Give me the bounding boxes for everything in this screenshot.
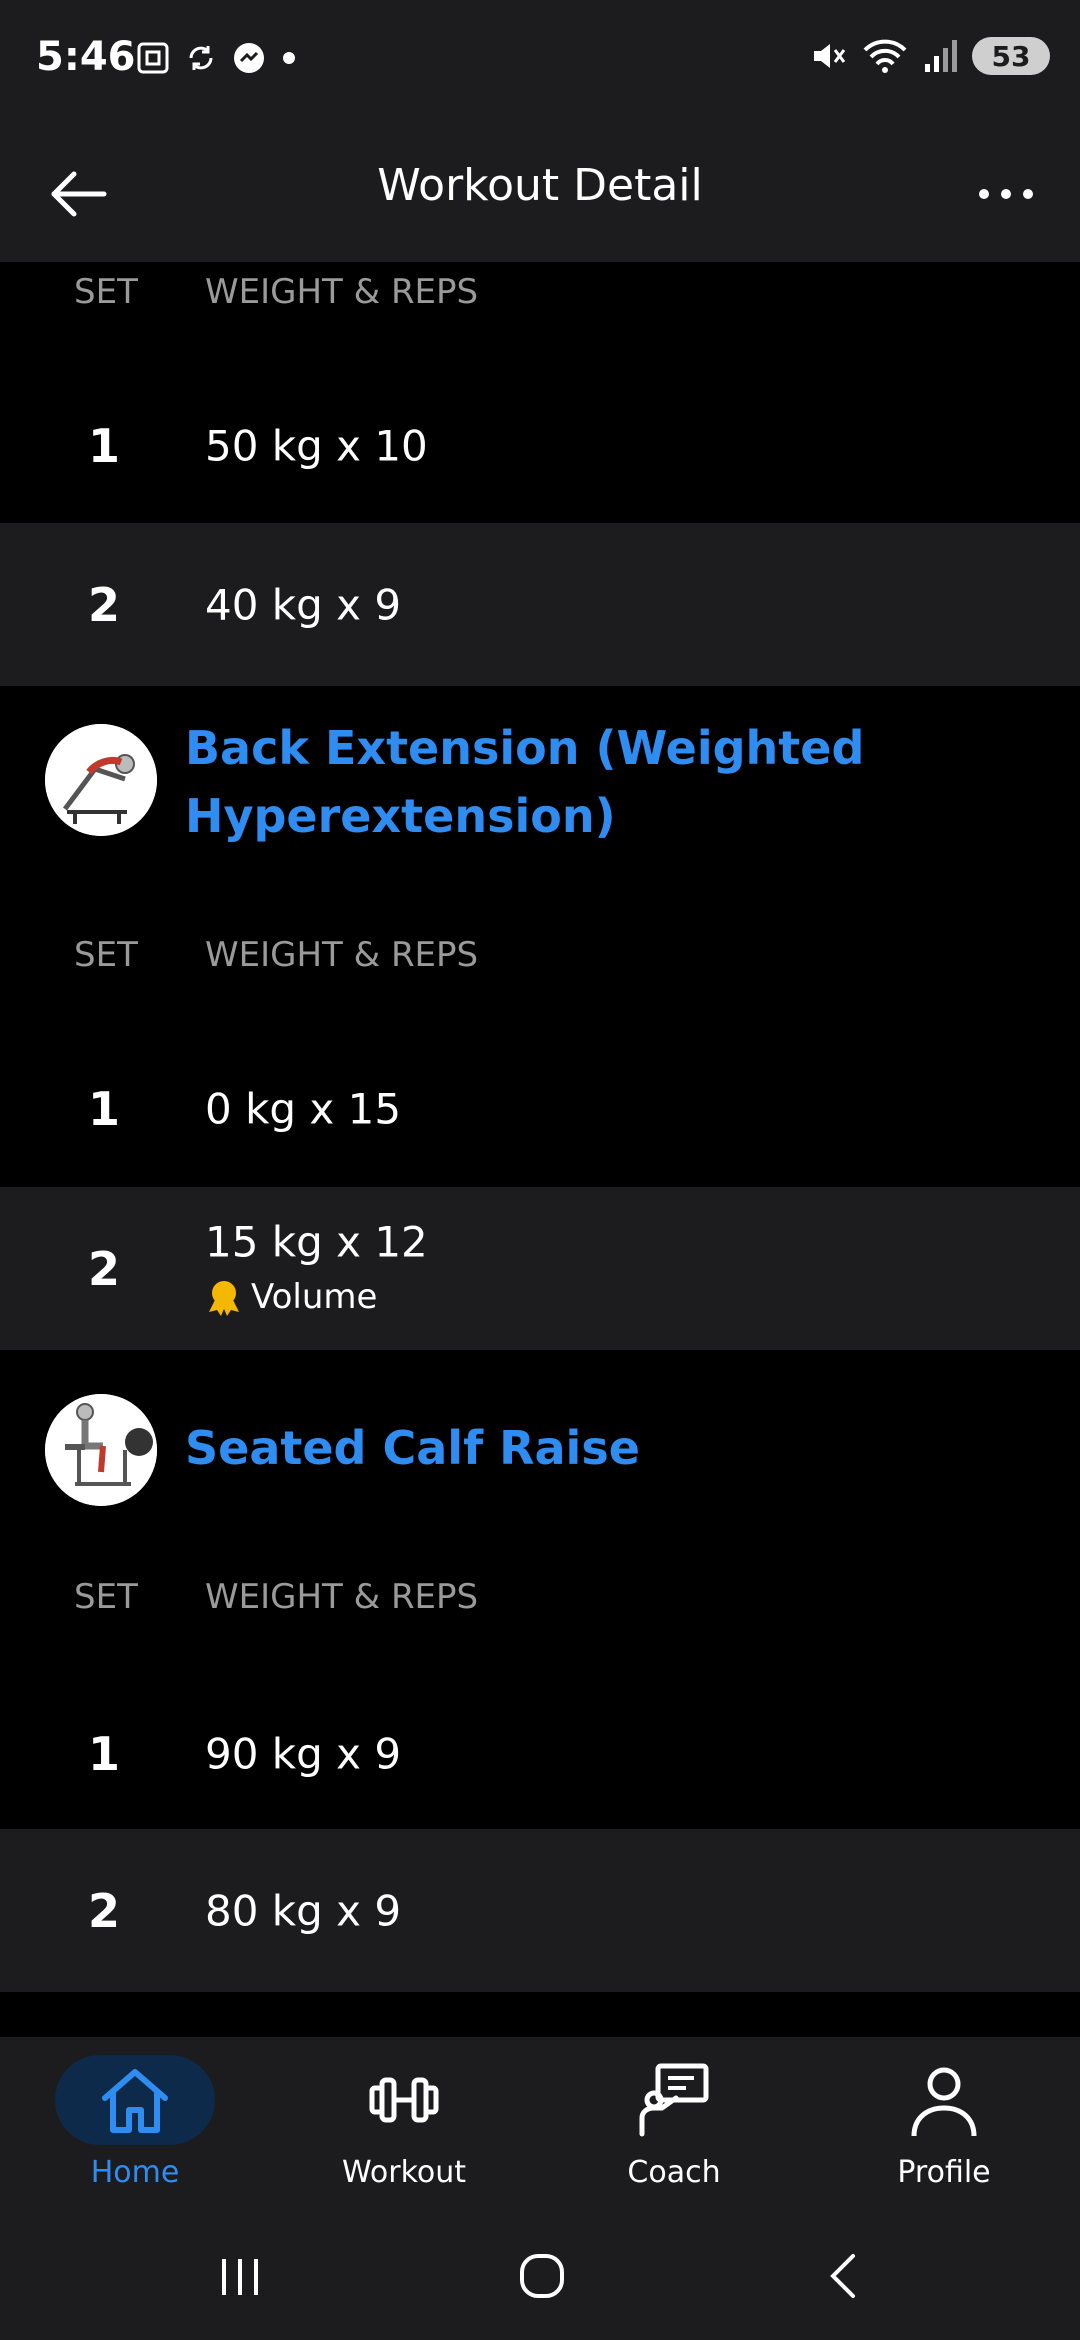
set-number: 1	[88, 1081, 121, 1136]
set-weight-reps: 90 kg x 9	[205, 1729, 402, 1778]
set-number: 2	[88, 1883, 121, 1938]
exercise-title[interactable]: Seated Calf Raise	[185, 1414, 1025, 1482]
profile-icon	[911, 2067, 977, 2137]
set-row: 1 50 kg x 10	[0, 364, 1080, 527]
set-row: 1 90 kg x 9	[0, 1672, 1080, 1835]
nav-coach-icon-wrap	[594, 2055, 754, 2145]
workout-content[interactable]: SET WEIGHT & REPS 1 50 kg x 10 2 40 kg x…	[0, 262, 1080, 2037]
dumbbell-icon	[369, 2077, 439, 2123]
sync-icon	[189, 46, 213, 70]
home-circle-icon	[520, 2254, 564, 2298]
battery-indicator: 53	[972, 37, 1050, 75]
set-header: SET	[74, 935, 138, 975]
wifi-icon	[863, 39, 907, 73]
nav-workout-icon-wrap	[324, 2055, 484, 2145]
set-weight-reps: 40 kg x 9	[205, 580, 402, 629]
status-right-icons: 53	[808, 36, 1050, 76]
weight-reps-header: WEIGHT & REPS	[205, 1577, 479, 1617]
nav-item-coach[interactable]: Coach	[574, 2055, 774, 2205]
pr-badge: Volume	[205, 1277, 377, 1317]
nav-label-profile: Profile	[897, 2155, 991, 2190]
status-bar: 5:46 53	[0, 0, 1080, 120]
exercise-title[interactable]: Back Extension (Weighted Hyperextension)	[185, 714, 1025, 850]
weight-reps-header: WEIGHT & REPS	[205, 272, 479, 312]
messenger-icon	[234, 43, 264, 73]
set-header: SET	[74, 272, 138, 312]
nav-home-highlight	[55, 2055, 215, 2145]
nav-item-profile[interactable]: Profile	[844, 2055, 1044, 2205]
back-button[interactable]	[40, 156, 116, 232]
coach-icon	[639, 2063, 709, 2137]
set-row: 2 15 kg x 12 Volume	[0, 1187, 1080, 1350]
set-number: 1	[88, 1726, 121, 1781]
set-number: 2	[88, 577, 121, 632]
status-left-icons	[135, 40, 299, 76]
set-weight-reps: 0 kg x 15	[205, 1084, 402, 1133]
recent-apps-icon	[222, 2259, 258, 2295]
chevron-left-icon	[830, 2254, 855, 2298]
home-icon	[102, 2069, 168, 2133]
set-weight-reps: 80 kg x 9	[205, 1886, 402, 1935]
home-system-button[interactable]	[492, 2244, 592, 2308]
weight-reps-header: WEIGHT & REPS	[205, 935, 479, 975]
system-navigation-bar	[0, 2212, 1080, 2340]
nav-item-home[interactable]: Home	[35, 2055, 235, 2205]
set-column-header: SET WEIGHT & REPS	[0, 1567, 1080, 1627]
set-weight-reps: 50 kg x 10	[205, 421, 428, 470]
seated-calf-raise-illustration	[45, 1394, 157, 1506]
set-weight-reps: 15 kg x 12	[205, 1217, 428, 1267]
set-header: SET	[74, 1577, 138, 1617]
set-number: 1	[88, 418, 121, 473]
battery-level: 53	[991, 39, 1031, 73]
nav-label-workout: Workout	[341, 2155, 467, 2190]
nav-label-coach: Coach	[627, 2155, 721, 2190]
more-options-button[interactable]	[968, 156, 1044, 232]
arrow-left-icon	[51, 171, 107, 217]
exercise-title-line2: Hyperextension)	[185, 789, 616, 843]
set-column-header: SET WEIGHT & REPS	[0, 262, 1080, 322]
exercise-header[interactable]: Seated Calf Raise	[0, 1394, 1080, 1510]
mute-icon	[814, 44, 846, 68]
exercise-title-line1: Back Extension (Weighted	[185, 721, 865, 775]
back-extension-illustration	[45, 724, 157, 836]
page-title: Workout Detail	[377, 160, 703, 211]
set-row: 1 0 kg x 15	[0, 1027, 1080, 1190]
back-system-button[interactable]	[795, 2244, 895, 2308]
set-row: 2 80 kg x 9	[0, 1829, 1080, 1992]
exercise-thumbnail[interactable]	[45, 1394, 157, 1506]
medal-icon	[209, 1281, 239, 1316]
nav-item-workout[interactable]: Workout	[304, 2055, 504, 2205]
dot-icon	[283, 52, 295, 64]
exercise-thumbnail[interactable]	[45, 724, 157, 836]
nav-profile-icon-wrap	[864, 2055, 1024, 2145]
signal-icon	[925, 40, 957, 72]
more-horizontal-icon	[979, 189, 1033, 199]
set-number: 2	[88, 1241, 121, 1296]
app-bar: Workout Detail	[0, 120, 1080, 262]
bottom-navigation: Home Workout Coach Profile	[0, 2037, 1080, 2212]
set-column-header: SET WEIGHT & REPS	[0, 925, 1080, 985]
nav-label-home: Home	[90, 2155, 180, 2190]
screenshot-icon	[137, 42, 169, 74]
recent-apps-button[interactable]	[190, 2244, 290, 2308]
exercise-header[interactable]: Back Extension (Weighted Hyperextension)	[0, 721, 1080, 874]
pr-badge-label: Volume	[251, 1277, 378, 1317]
status-time: 5:46	[36, 34, 136, 80]
set-row: 2 40 kg x 9	[0, 523, 1080, 686]
